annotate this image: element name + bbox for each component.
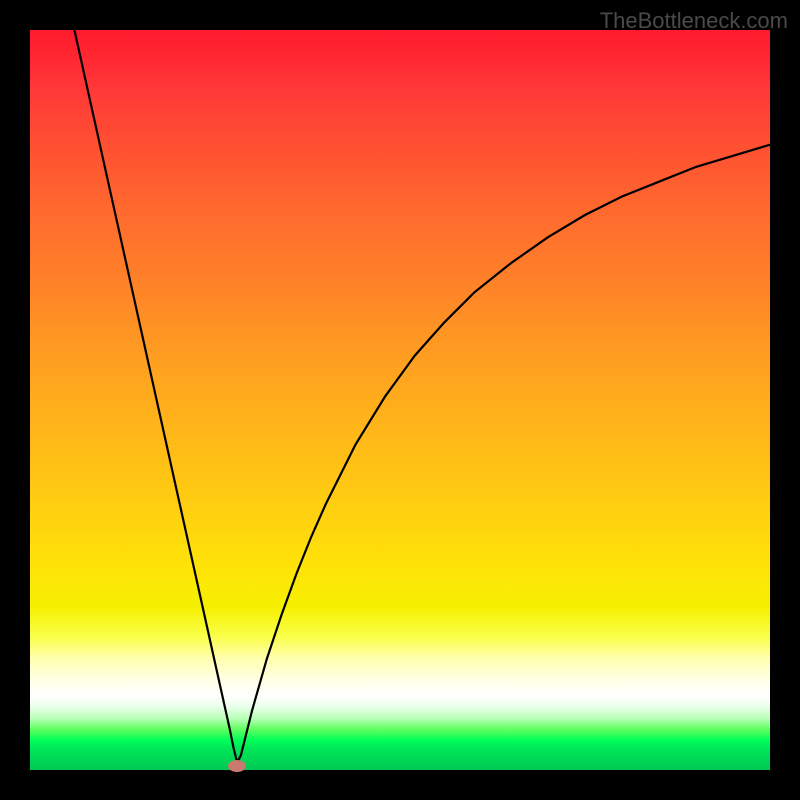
optimal-point-marker bbox=[228, 760, 246, 772]
chart-plot-area bbox=[30, 30, 770, 770]
curve-svg bbox=[30, 30, 770, 770]
watermark-text: TheBottleneck.com bbox=[600, 8, 788, 34]
bottleneck-curve bbox=[74, 30, 770, 763]
